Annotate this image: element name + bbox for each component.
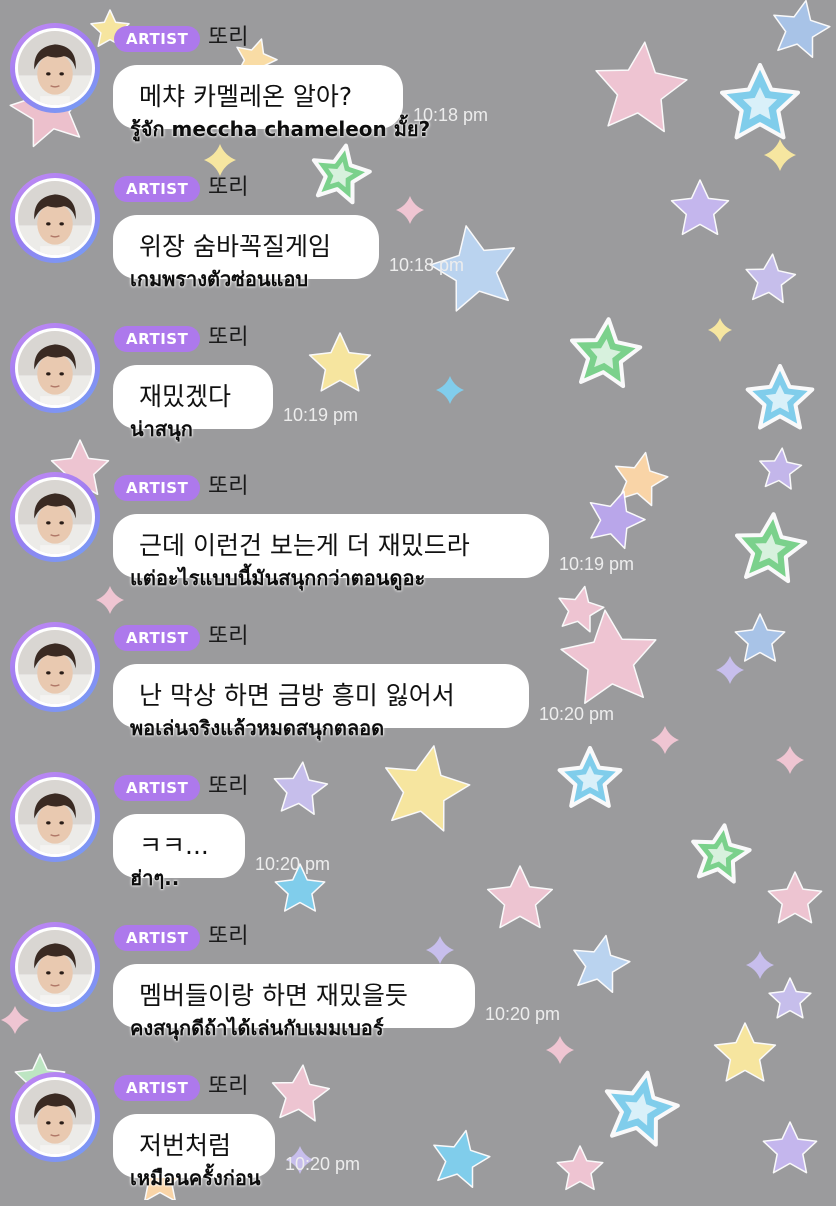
chat-message: ARTIST 또리 메챠 카멜레온 알아? 10:18 pm รู้จัก me…	[0, 7, 836, 157]
chat-message: ARTIST 또리 위장 숨바꼭질게임 10:18 pm เกมพรางตัวซ…	[0, 157, 836, 307]
chat-message: ARTIST 또리 멤버들이랑 하면 재밌을듯 10:20 pm คงสนุกด…	[0, 906, 836, 1056]
artist-badge: ARTIST	[114, 1074, 201, 1101]
artist-avatar[interactable]	[10, 23, 100, 113]
artist-badge: ARTIST	[114, 775, 201, 801]
sender-name: 또리	[208, 324, 249, 350]
artist-badge: ARTIST	[114, 175, 201, 202]
artist-avatar[interactable]	[10, 772, 100, 862]
sender-name: 또리	[208, 774, 249, 799]
sender-name: 또리	[208, 174, 249, 200]
translation-caption: น่าสนุก	[130, 416, 193, 441]
sender-name: 또리	[208, 474, 249, 500]
artist-badge: ARTIST	[114, 924, 201, 951]
translation-caption: เกมพรางตัวซ่อนแอบ	[130, 266, 309, 291]
artist-badge: ARTIST	[114, 26, 201, 52]
message-timestamp: 10:19 pm	[559, 554, 635, 575]
message-timestamp: 10:20 pm	[485, 1003, 561, 1024]
message-timestamp: 10:19 pm	[283, 404, 359, 425]
message-timestamp: 10:18 pm	[389, 254, 465, 275]
translation-caption: เหมือนครั้งก่อน	[130, 1165, 261, 1190]
message-timestamp: 10:20 pm	[539, 704, 615, 725]
translation-caption: รู้จัก meccha chameleon มั้ย?	[130, 117, 431, 141]
message-timestamp: 10:20 pm	[255, 854, 331, 874]
chat-message: ARTIST 또리 근데 이런건 보는게 더 재밌드라 10:19 pm แต่…	[0, 456, 836, 606]
artist-badge: ARTIST	[114, 325, 201, 352]
artist-badge: ARTIST	[114, 625, 201, 652]
message-timestamp: 10:20 pm	[285, 1153, 361, 1174]
artist-avatar[interactable]	[10, 921, 100, 1012]
artist-avatar[interactable]	[10, 472, 100, 563]
sender-name: 또리	[208, 1073, 249, 1099]
artist-badge: ARTIST	[114, 475, 201, 502]
chat-message: ARTIST 또리 저번처럼 10:20 pm เหมือนครั้งก่อน	[0, 1056, 836, 1206]
translation-caption: ฮ่าๆ..	[130, 866, 180, 890]
artist-avatar[interactable]	[10, 322, 100, 413]
artist-avatar[interactable]	[10, 172, 100, 263]
sender-name: 또리	[208, 624, 249, 650]
artist-avatar[interactable]	[10, 1071, 100, 1162]
artist-avatar[interactable]	[10, 622, 100, 713]
translation-caption: คงสนุกดีถ้าได้เล่นกับเมมเบอร์	[130, 1015, 384, 1040]
chat-message: ARTIST 또리 ㅋㅋ... 10:20 pm ฮ่าๆ..	[0, 756, 836, 906]
translation-caption: พอเล่นจริงแล้วหมดสนุกตลอด	[130, 716, 385, 741]
sender-name: 또리	[208, 923, 249, 949]
chat-message: ARTIST 또리 재밌겠다 10:19 pm น่าสนุก	[0, 307, 836, 457]
chat-message: ARTIST 또리 난 막상 하면 금방 흥미 잃어서 10:20 pm พอเ…	[0, 606, 836, 756]
sender-name: 또리	[208, 25, 249, 50]
translation-caption: แต่อะไรแบบนี้มันสนุกกว่าตอนดูอะ	[130, 566, 426, 591]
